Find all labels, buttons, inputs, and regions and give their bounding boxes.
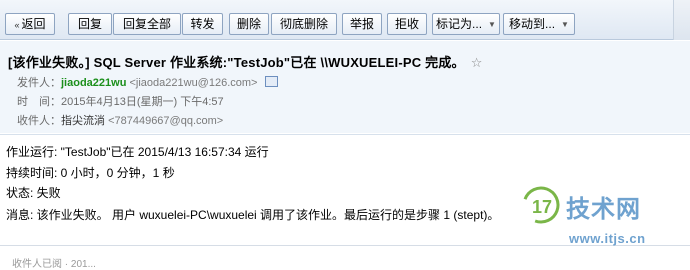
chevron-down-icon: ▼ bbox=[561, 20, 569, 29]
star-icon[interactable]: ☆ bbox=[471, 55, 483, 70]
header-divider bbox=[0, 134, 690, 135]
email-header: [该作业失败。] SQL Server 作业系统:"TestJob"已在 \\W… bbox=[0, 41, 690, 133]
back-arrow-icon: « bbox=[14, 20, 20, 30]
reply-all-button[interactable]: 回复全部 bbox=[113, 13, 181, 35]
watermark-brand: 技术网 bbox=[566, 196, 641, 223]
mail-toolbar: «返回 回复 回复全部 转发 删除 彻底删除 举报 拒收 标记为... ▼ 移动到… bbox=[0, 0, 690, 40]
forward-button[interactable]: 转发 bbox=[182, 13, 223, 35]
sender-address: <jiaoda221wu@126.com> bbox=[129, 77, 258, 89]
time-value: 2015年4月13日(星期一) 下午4:57 bbox=[61, 96, 224, 108]
mark-as-dropdown[interactable]: 标记为... ▼ bbox=[432, 13, 500, 35]
back-button[interactable]: «返回 bbox=[5, 13, 55, 35]
watermark-url: www.itjs.cn bbox=[569, 231, 646, 246]
contact-card-icon[interactable] bbox=[265, 76, 279, 87]
sender-name[interactable]: jiaoda221wu bbox=[61, 77, 126, 89]
recipient-row: 收件人：指尖流淌 <787449667@qq.com> bbox=[17, 112, 223, 128]
recipient-address: <787449667@qq.com> bbox=[108, 115, 224, 127]
report-button[interactable]: 举报 bbox=[342, 13, 382, 35]
svg-text:17: 17 bbox=[532, 197, 552, 217]
reply-button[interactable]: 回复 bbox=[68, 13, 112, 35]
chevron-down-icon: ▼ bbox=[488, 20, 496, 29]
sender-row: 发件人：jiaoda221wu <jiaoda221wu@126.com> bbox=[17, 74, 279, 90]
reject-button[interactable]: 拒收 bbox=[387, 13, 427, 35]
body-line-duration: 持续时间: 0 小时，0 分钟，1 秒 bbox=[6, 166, 175, 180]
permanent-delete-button[interactable]: 彻底删除 bbox=[271, 13, 337, 35]
delete-button[interactable]: 删除 bbox=[229, 13, 269, 35]
scrollbar-track[interactable] bbox=[673, 0, 690, 40]
subject-row: [该作业失败。] SQL Server 作业系统:"TestJob"已在 \\W… bbox=[8, 52, 482, 71]
time-label: 时 间： bbox=[17, 96, 61, 108]
sender-label: 发件人： bbox=[17, 77, 61, 89]
body-line-message: 消息: 该作业失败。 用户 wuxuelei-PC\wuxuelei 调用了该作… bbox=[6, 208, 500, 222]
recipient-name[interactable]: 指尖流淌 bbox=[61, 115, 105, 127]
time-row: 时 间：2015年4月13日(星期一) 下午4:57 bbox=[17, 93, 224, 109]
email-subject: [该作业失败。] SQL Server 作业系统:"TestJob"已在 \\W… bbox=[8, 55, 465, 70]
body-line-status: 状态: 失败 bbox=[6, 186, 61, 200]
recipient-label: 收件人： bbox=[17, 115, 61, 127]
body-line-run: 作业运行: "TestJob"已在 2015/4/13 16:57:34 运行 bbox=[6, 145, 269, 159]
move-to-dropdown[interactable]: 移动到... ▼ bbox=[503, 13, 575, 35]
watermark-logo-icon: 17 bbox=[522, 186, 560, 224]
